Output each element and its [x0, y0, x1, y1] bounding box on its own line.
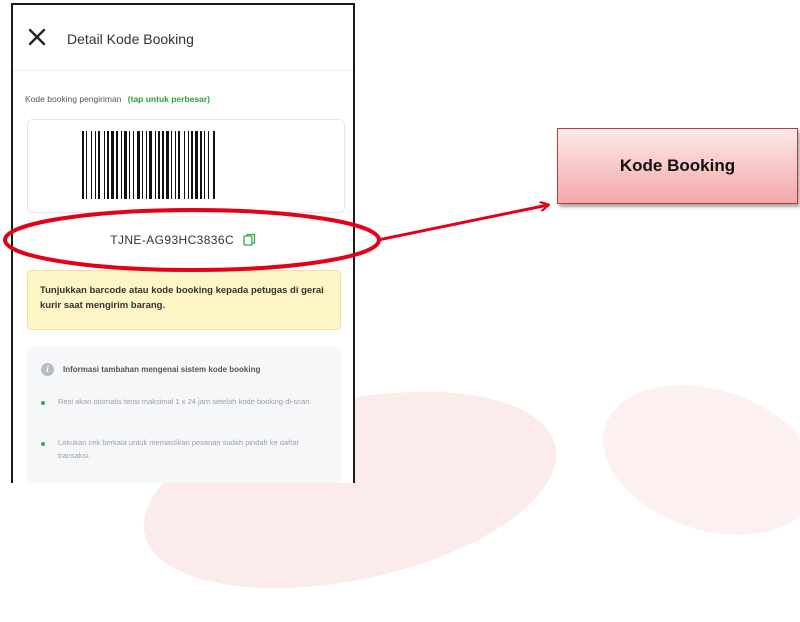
booking-code: TJNE-AG93HC3836C	[110, 233, 235, 247]
enlarge-hint-link[interactable]: (tap untuk perbesar)	[128, 94, 210, 104]
barcode-image	[82, 131, 215, 199]
info-card: i Informasi tambahan mengenai sistem kod…	[27, 347, 341, 483]
background-shape	[583, 359, 800, 561]
app-header: Detail Kode Booking	[13, 5, 353, 71]
page-title: Detail Kode Booking	[67, 31, 194, 47]
notice-text: Tunjukkan barcode atau kode booking kepa…	[40, 285, 324, 311]
copy-icon[interactable]	[243, 233, 256, 249]
notice-box: Tunjukkan barcode atau kode booking kepa…	[27, 270, 341, 330]
barcode-card[interactable]	[27, 119, 345, 213]
info-icon: i	[41, 363, 54, 376]
bullet-dot-icon	[41, 401, 45, 405]
booking-label: Kode booking pengiriman	[25, 94, 122, 104]
close-icon[interactable]	[25, 25, 49, 49]
annotation-arrow	[377, 205, 548, 242]
callout-label: Kode Booking	[619, 156, 736, 175]
phone-screen: Detail Kode Booking Kode booking pengiri…	[11, 3, 355, 483]
booking-code-row: TJNE-AG93HC3836C	[13, 233, 353, 249]
info-bullet-text: Resi akan otomatis terisi maksimal 1 x 2…	[58, 397, 312, 406]
booking-label-row: Kode booking pengiriman (tap untuk perbe…	[25, 94, 210, 104]
callout-box: Kode Booking	[557, 128, 798, 204]
bullet-dot-icon	[41, 442, 45, 446]
info-title: Informasi tambahan mengenai sistem kode …	[63, 365, 261, 374]
info-bullet-text: Lakukan cek berkala untuk memastikan pes…	[58, 438, 299, 460]
